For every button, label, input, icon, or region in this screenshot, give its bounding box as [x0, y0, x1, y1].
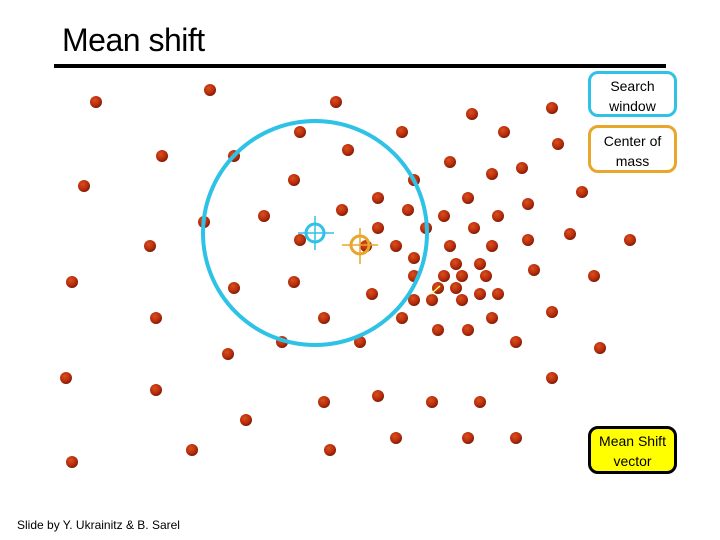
data-point	[456, 270, 468, 282]
center-of-mass-marker	[342, 228, 378, 264]
data-point	[450, 282, 462, 294]
data-point	[432, 324, 444, 336]
data-point	[150, 312, 162, 324]
data-point	[486, 240, 498, 252]
data-point	[444, 156, 456, 168]
data-point	[204, 84, 216, 96]
data-point	[372, 192, 384, 204]
data-point	[396, 312, 408, 324]
data-point	[66, 456, 78, 468]
data-point	[624, 234, 636, 246]
data-point	[318, 312, 330, 324]
data-point	[228, 282, 240, 294]
data-point	[522, 234, 534, 246]
data-point	[510, 336, 522, 348]
data-point	[372, 222, 384, 234]
data-point	[576, 186, 588, 198]
data-point	[546, 372, 558, 384]
data-point	[492, 210, 504, 222]
data-point	[186, 444, 198, 456]
data-point	[588, 270, 600, 282]
data-point	[60, 372, 72, 384]
data-point	[258, 210, 270, 222]
data-point	[528, 264, 540, 276]
data-point	[372, 390, 384, 402]
slide-credit: Slide by Y. Ukrainitz & B. Sarel	[17, 518, 180, 532]
data-point	[462, 324, 474, 336]
data-point	[546, 102, 558, 114]
search-window-callout: Search window	[588, 71, 677, 117]
data-point	[498, 126, 510, 138]
data-point	[486, 168, 498, 180]
data-point	[330, 96, 342, 108]
data-point	[396, 126, 408, 138]
data-point	[150, 384, 162, 396]
data-point	[466, 108, 478, 120]
data-point	[594, 342, 606, 354]
data-point	[516, 162, 528, 174]
data-point	[426, 294, 438, 306]
data-point	[438, 210, 450, 222]
data-point	[222, 348, 234, 360]
data-point	[510, 432, 522, 444]
data-point	[144, 240, 156, 252]
data-point	[366, 288, 378, 300]
data-point	[426, 396, 438, 408]
data-point	[438, 270, 450, 282]
data-point	[462, 432, 474, 444]
slide: Mean shift Search window Center of mass …	[0, 0, 720, 540]
data-point	[486, 312, 498, 324]
data-point	[240, 414, 252, 426]
mean-shift-vector-callout: Mean Shift vector	[588, 426, 677, 474]
data-point	[408, 252, 420, 264]
data-point	[492, 288, 504, 300]
data-point	[294, 234, 306, 246]
data-point	[288, 174, 300, 186]
data-point	[342, 144, 354, 156]
data-point	[480, 270, 492, 282]
data-point	[390, 432, 402, 444]
data-point	[390, 240, 402, 252]
data-point	[450, 258, 462, 270]
data-point	[336, 204, 348, 216]
data-point	[522, 198, 534, 210]
data-point	[288, 276, 300, 288]
data-point	[564, 228, 576, 240]
data-point	[402, 204, 414, 216]
data-points	[60, 84, 636, 468]
data-point	[546, 306, 558, 318]
data-point	[294, 126, 306, 138]
data-point	[468, 222, 480, 234]
center-of-mass-callout: Center of mass	[588, 125, 677, 173]
data-point	[324, 444, 336, 456]
data-point	[78, 180, 90, 192]
data-point	[474, 396, 486, 408]
data-point	[90, 96, 102, 108]
data-point	[318, 396, 330, 408]
data-point	[474, 258, 486, 270]
data-point	[456, 294, 468, 306]
data-point	[462, 192, 474, 204]
data-point	[66, 276, 78, 288]
data-point	[552, 138, 564, 150]
data-point	[156, 150, 168, 162]
data-point	[444, 240, 456, 252]
data-point	[474, 288, 486, 300]
